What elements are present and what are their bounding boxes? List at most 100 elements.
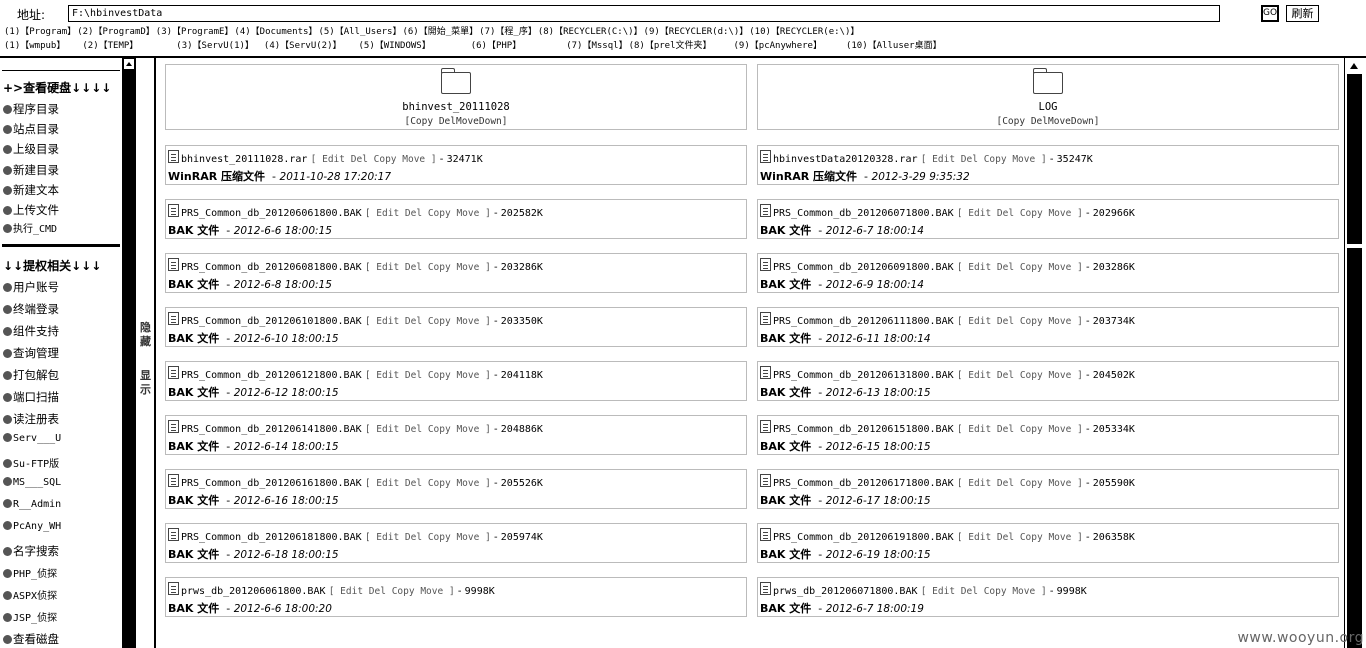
sidebar-item[interactable]: 名字搜索 xyxy=(3,543,59,559)
sidebar-item[interactable]: R__Admin xyxy=(3,499,61,510)
folder-name[interactable]: LOG xyxy=(758,101,1338,113)
file-move-link[interactable]: Move xyxy=(1048,262,1071,273)
file-edit-link[interactable]: Edit xyxy=(376,370,399,381)
file-name[interactable]: PRS_Common_db_201206131800.BAK xyxy=(773,370,954,381)
file-copy-link[interactable]: Copy xyxy=(1020,370,1043,381)
file-copy-link[interactable]: Copy xyxy=(392,586,415,597)
file-name[interactable]: PRS_Common_db_201206151800.BAK xyxy=(773,424,954,435)
file-edit-link[interactable]: Edit xyxy=(932,154,955,165)
quick-link[interactable]: (6)【PHP】 xyxy=(471,40,522,53)
file-copy-link[interactable]: Copy xyxy=(428,316,451,327)
quick-link[interactable]: (3)【ProgramE】 xyxy=(156,26,234,39)
sidebar-item[interactable]: 上级目录 xyxy=(3,141,59,157)
file-move-link[interactable]: Move xyxy=(1048,208,1071,219)
file-del-link[interactable]: Del xyxy=(997,370,1014,381)
file-edit-link[interactable]: Edit xyxy=(968,316,991,327)
file-move-link[interactable]: Move xyxy=(420,586,443,597)
folder-item[interactable]: LOG [Copy DelMoveDown] xyxy=(757,64,1339,130)
file-del-link[interactable]: Del xyxy=(405,316,422,327)
file-move-link[interactable]: Move xyxy=(1012,586,1035,597)
file-del-link[interactable]: Del xyxy=(405,370,422,381)
file-edit-link[interactable]: Edit xyxy=(968,532,991,543)
file-copy-link[interactable]: Copy xyxy=(984,154,1007,165)
file-name[interactable]: PRS_Common_db_201206181800.BAK xyxy=(181,532,362,543)
quick-link[interactable]: (4)【ServU(2)】 xyxy=(264,40,342,53)
quick-link[interactable]: (10)【Alluser桌面】 xyxy=(846,40,942,53)
file-move-link[interactable]: Move xyxy=(1048,532,1071,543)
file-copy-link[interactable]: Copy xyxy=(1020,316,1043,327)
file-name[interactable]: hbinvestData20120328.rar xyxy=(773,154,918,165)
quick-link[interactable]: (1)【wmpub】 xyxy=(4,40,65,53)
file-icon[interactable] xyxy=(760,582,771,595)
folder-del-link[interactable]: Del xyxy=(1031,116,1048,127)
file-icon[interactable] xyxy=(168,582,179,595)
quick-link[interactable]: (6)【開始_菜單】 xyxy=(402,26,478,39)
file-icon[interactable] xyxy=(760,528,771,541)
file-move-link[interactable]: Move xyxy=(456,208,479,219)
file-icon[interactable] xyxy=(168,528,179,541)
sidebar-item[interactable]: 查询管理 xyxy=(3,345,59,361)
file-edit-link[interactable]: Edit xyxy=(376,208,399,219)
file-name[interactable]: PRS_Common_db_201206061800.BAK xyxy=(181,208,362,219)
file-icon[interactable] xyxy=(168,150,179,163)
file-name[interactable]: prws_db_201206071800.BAK xyxy=(773,586,918,597)
sidebar-item[interactable]: Su-FTP版 xyxy=(3,455,59,470)
file-icon[interactable] xyxy=(168,366,179,379)
file-del-link[interactable]: Del xyxy=(405,208,422,219)
file-del-link[interactable]: Del xyxy=(997,424,1014,435)
file-icon[interactable] xyxy=(760,420,771,433)
file-copy-link[interactable]: Copy xyxy=(428,424,451,435)
file-del-link[interactable]: Del xyxy=(405,532,422,543)
file-copy-link[interactable]: Copy xyxy=(428,208,451,219)
file-del-link[interactable]: Del xyxy=(997,478,1014,489)
file-name[interactable]: bhinvest_20111028.rar xyxy=(181,154,307,165)
file-copy-link[interactable]: Copy xyxy=(984,586,1007,597)
file-name[interactable]: PRS_Common_db_201206171800.BAK xyxy=(773,478,954,489)
file-edit-link[interactable]: Edit xyxy=(376,532,399,543)
file-edit-link[interactable]: Edit xyxy=(322,154,345,165)
file-icon[interactable] xyxy=(760,258,771,271)
quick-link[interactable]: (7)【程_序】 xyxy=(479,26,537,39)
sidebar-item[interactable]: 打包解包 xyxy=(3,367,59,383)
file-name[interactable]: PRS_Common_db_201206121800.BAK xyxy=(181,370,362,381)
file-edit-link[interactable]: Edit xyxy=(968,262,991,273)
sidebar-item[interactable]: 组件支持 xyxy=(3,323,59,339)
file-copy-link[interactable]: Copy xyxy=(374,154,397,165)
file-edit-link[interactable]: Edit xyxy=(376,262,399,273)
sidebar-item[interactable]: 上传文件 xyxy=(3,202,59,218)
file-copy-link[interactable]: Copy xyxy=(1020,532,1043,543)
quick-link[interactable]: (7)【Mssql】 xyxy=(566,40,627,53)
sidebar-item[interactable]: 新建目录 xyxy=(3,162,59,178)
file-edit-link[interactable]: Edit xyxy=(932,586,955,597)
sidebar-item[interactable]: 用户账号 xyxy=(3,279,59,295)
refresh-button[interactable]: 刷新 xyxy=(1286,5,1319,22)
file-edit-link[interactable]: Edit xyxy=(968,208,991,219)
file-move-link[interactable]: Move xyxy=(456,370,479,381)
file-edit-link[interactable]: Edit xyxy=(376,316,399,327)
file-move-link[interactable]: Move xyxy=(1048,316,1071,327)
file-move-link[interactable]: Move xyxy=(1048,478,1071,489)
sidebar-heading-priv[interactable]: ↓↓提权相关↓↓↓ xyxy=(3,257,101,274)
folder-icon[interactable] xyxy=(1033,68,1063,94)
file-move-link[interactable]: Move xyxy=(1012,154,1035,165)
file-copy-link[interactable]: Copy xyxy=(1020,424,1043,435)
file-copy-link[interactable]: Copy xyxy=(1020,208,1043,219)
file-icon[interactable] xyxy=(760,150,771,163)
file-icon[interactable] xyxy=(168,474,179,487)
show-sidebar-toggle[interactable]: 显示 xyxy=(140,369,152,397)
file-copy-link[interactable]: Copy xyxy=(1020,478,1043,489)
quick-link[interactable]: (1)【Program】 xyxy=(4,26,76,39)
file-copy-link[interactable]: Copy xyxy=(1020,262,1043,273)
file-del-link[interactable]: Del xyxy=(997,316,1014,327)
file-del-link[interactable]: Del xyxy=(405,262,422,273)
file-name[interactable]: PRS_Common_db_201206071800.BAK xyxy=(773,208,954,219)
file-icon[interactable] xyxy=(168,420,179,433)
sidebar-item[interactable]: PHP_侦探 xyxy=(3,565,57,580)
sidebar-item[interactable]: Serv___U xyxy=(3,433,61,444)
file-move-link[interactable]: Move xyxy=(1048,424,1071,435)
file-del-link[interactable]: Del xyxy=(961,154,978,165)
file-copy-link[interactable]: Copy xyxy=(428,262,451,273)
file-name[interactable]: PRS_Common_db_201206081800.BAK xyxy=(181,262,362,273)
file-edit-link[interactable]: Edit xyxy=(968,424,991,435)
file-del-link[interactable]: Del xyxy=(351,154,368,165)
